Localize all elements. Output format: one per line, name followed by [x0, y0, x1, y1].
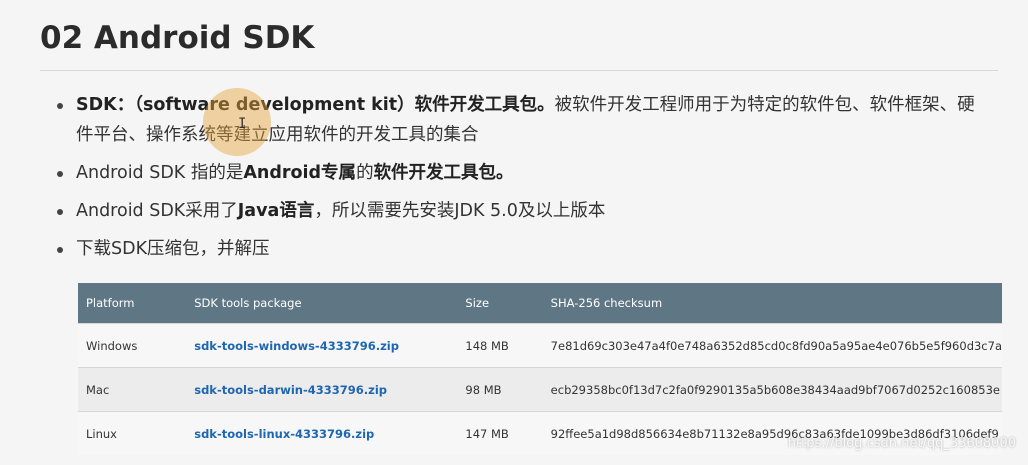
android-sdk-text-b: 的 [356, 163, 374, 183]
title-divider [40, 70, 998, 71]
size-cell: 98 MB [457, 367, 543, 412]
text-cursor-icon: I [238, 116, 247, 132]
checksum-cell: 7e81d69c303e47a4f0e748a6352d85cd0c8fd90a… [542, 323, 1002, 368]
sdk-definition-bold: SDK：（software development kit）软件开发工具包。 [76, 95, 555, 115]
platform-cell: Windows [78, 323, 187, 368]
java-bold: Java语言 [237, 201, 315, 221]
platform-cell: Mac [78, 367, 187, 412]
package-link[interactable]: sdk-tools-windows-4333796.zip [186, 323, 458, 368]
checksum-cell: ecb29358bc0f13d7c2fa0f9290135a5b608e3843… [542, 367, 1002, 412]
java-text-a: Android SDK采用了 [76, 201, 238, 221]
header-package: SDK tools package [186, 283, 458, 324]
android-sdk-text-a: Android SDK 指的是 [76, 163, 244, 183]
package-link[interactable]: sdk-tools-darwin-4333796.zip [186, 367, 458, 412]
bullet-sdk-definition: SDK：（software development kit）软件开发工具包。被软… [56, 90, 986, 150]
header-size: Size [457, 283, 543, 324]
android-sdk-bold-a: Android专属 [243, 163, 357, 183]
page-title: 02 Android SDK [40, 20, 315, 56]
table-row: Windows sdk-tools-windows-4333796.zip 14… [78, 323, 1002, 368]
bullet-java: Android SDK采用了Java语言，所以需要先安装JDK 5.0及以上版本 [56, 196, 986, 226]
android-sdk-bold-b: 软件开发工具包。 [373, 163, 514, 183]
size-cell: 148 MB [457, 323, 543, 368]
bullet-list: SDK：（software development kit）软件开发工具包。被软… [56, 90, 986, 264]
table-header-row: Platform SDK tools package Size SHA-256 … [78, 283, 1002, 324]
bullet-android-sdk: Android SDK 指的是Android专属的软件开发工具包。 [56, 158, 986, 188]
package-link[interactable]: sdk-tools-linux-4333796.zip [186, 411, 458, 455]
sdk-download-table: Platform SDK tools package Size SHA-256 … [78, 283, 1002, 455]
size-cell: 147 MB [457, 411, 543, 455]
table-row: Mac sdk-tools-darwin-4333796.zip 98 MB e… [78, 367, 1002, 412]
watermark-url: https://blog.csdn.net/qq_33608000 [787, 436, 1016, 451]
java-text-b: ，所以需要先安装JDK 5.0及以上版本 [314, 201, 606, 221]
header-checksum: SHA-256 checksum [542, 283, 1002, 324]
bullet-download: 下载SDK压缩包，并解压 [56, 234, 986, 264]
header-platform: Platform [78, 283, 187, 324]
platform-cell: Linux [78, 411, 187, 455]
download-text: 下载SDK压缩包，并解压 [76, 239, 270, 259]
